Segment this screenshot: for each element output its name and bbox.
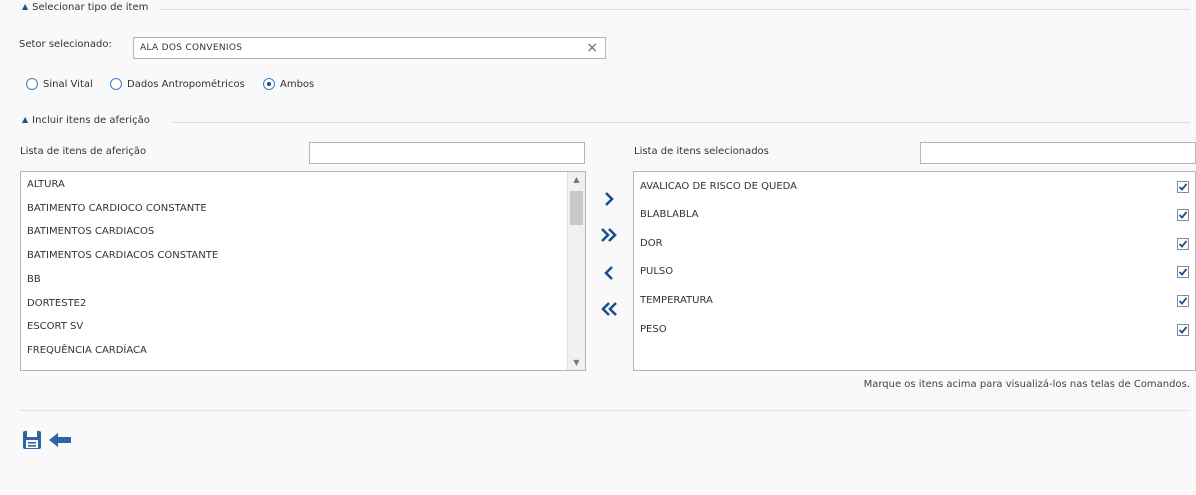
chevron-right-icon [605, 192, 614, 206]
list-item[interactable]: DOR [640, 238, 663, 249]
setor-label: Setor selecionado: [19, 39, 112, 50]
chevron-left-icon [604, 266, 613, 280]
list-item[interactable]: BB [27, 274, 41, 285]
checkmark-icon [1178, 183, 1188, 191]
item-checkbox[interactable] [1177, 324, 1189, 336]
section-tipo-legend: Selecionar tipo de item [32, 2, 149, 13]
list-item[interactable]: BLABLABLA [640, 209, 699, 220]
radio-dados-antropometricos[interactable]: Dados Antropométricos [110, 78, 245, 90]
collapse-caret-icon[interactable]: ▲ [22, 115, 28, 124]
checkmark-icon [1178, 211, 1188, 219]
radio-sinal-vital[interactable]: Sinal Vital [26, 78, 93, 90]
checkmark-icon [1178, 268, 1188, 276]
radio-circle-icon [110, 78, 122, 90]
move-right-button[interactable] [597, 188, 621, 210]
checkmark-icon [1178, 240, 1188, 248]
save-button[interactable] [22, 430, 42, 450]
radio-label: Sinal Vital [43, 78, 93, 90]
back-button[interactable] [48, 432, 72, 448]
list-item[interactable]: ESCORT SV [27, 321, 83, 332]
footer-divider [20, 410, 1190, 411]
checkmark-icon [1178, 326, 1188, 334]
collapse-caret-icon[interactable]: ▲ [22, 2, 28, 11]
double-chevron-left-icon [601, 302, 617, 316]
clear-icon[interactable]: × [586, 40, 598, 56]
setor-input[interactable]: ALA DOS CONVENIOS × [133, 37, 606, 59]
list-item[interactable]: BATIMENTOS CARDIACOS [27, 226, 154, 237]
checkmark-icon [1178, 297, 1188, 305]
arrow-left-icon [49, 433, 71, 447]
radio-label: Ambos [280, 78, 315, 90]
section-tipo-header[interactable]: ▲ Selecionar tipo de item [22, 2, 148, 13]
right-list-filter-input[interactable] [920, 142, 1196, 164]
scroll-up-icon[interactable]: ▲ [568, 175, 585, 184]
double-chevron-right-icon [601, 228, 617, 242]
section-incluir-divider [172, 122, 1190, 123]
section-incluir-header[interactable]: ▲ Incluir itens de aferição [22, 115, 150, 126]
list-item[interactable]: FREQUÊNCIA CARDÍACA [27, 345, 147, 356]
move-all-left-button[interactable] [597, 298, 621, 320]
hint-text: Marque os itens acima para visualizá-los… [863, 379, 1190, 390]
item-checkbox[interactable] [1177, 295, 1189, 307]
list-item[interactable]: AVALICAO DE RISCO DE QUEDA [640, 181, 797, 192]
floppy-disk-icon [23, 431, 41, 449]
section-tipo-divider [160, 9, 1190, 10]
left-list-box[interactable]: ALTURA BATIMENTO CARDIOCO CONSTANTE BATI… [20, 171, 586, 371]
left-list-filter-input[interactable] [309, 142, 585, 164]
item-checkbox[interactable] [1177, 209, 1189, 221]
list-item[interactable]: PESO [640, 324, 667, 335]
left-list-scrollbar[interactable]: ▲ ▼ [567, 172, 585, 370]
list-item[interactable]: BATIMENTO CARDIOCO CONSTANTE [27, 203, 207, 214]
move-all-right-button[interactable] [597, 224, 621, 246]
scroll-thumb[interactable] [570, 191, 583, 225]
right-list-title: Lista de itens selecionados [634, 146, 769, 157]
setor-input-value: ALA DOS CONVENIOS [140, 43, 243, 53]
left-list-title: Lista de itens de aferição [20, 146, 147, 157]
list-item[interactable]: DORTESTE2 [27, 298, 86, 309]
item-checkbox[interactable] [1177, 266, 1189, 278]
item-checkbox[interactable] [1177, 238, 1189, 250]
section-incluir-legend: Incluir itens de aferição [32, 115, 150, 126]
radio-ambos[interactable]: Ambos [263, 78, 314, 90]
list-item[interactable]: TEMPERATURA [640, 295, 713, 306]
scroll-down-icon[interactable]: ▼ [568, 358, 585, 367]
item-checkbox[interactable] [1177, 181, 1189, 193]
right-list-box[interactable]: AVALICAO DE RISCO DE QUEDA BLABLABLA DOR… [633, 171, 1196, 371]
list-item[interactable]: ALTURA [27, 179, 65, 190]
radio-label: Dados Antropométricos [127, 78, 245, 90]
move-left-button[interactable] [597, 262, 621, 284]
list-item[interactable]: PULSO [640, 266, 673, 277]
list-item[interactable]: BATIMENTOS CARDIACOS CONSTANTE [27, 250, 218, 261]
radio-selected-icon [263, 78, 275, 90]
radio-circle-icon [26, 78, 38, 90]
